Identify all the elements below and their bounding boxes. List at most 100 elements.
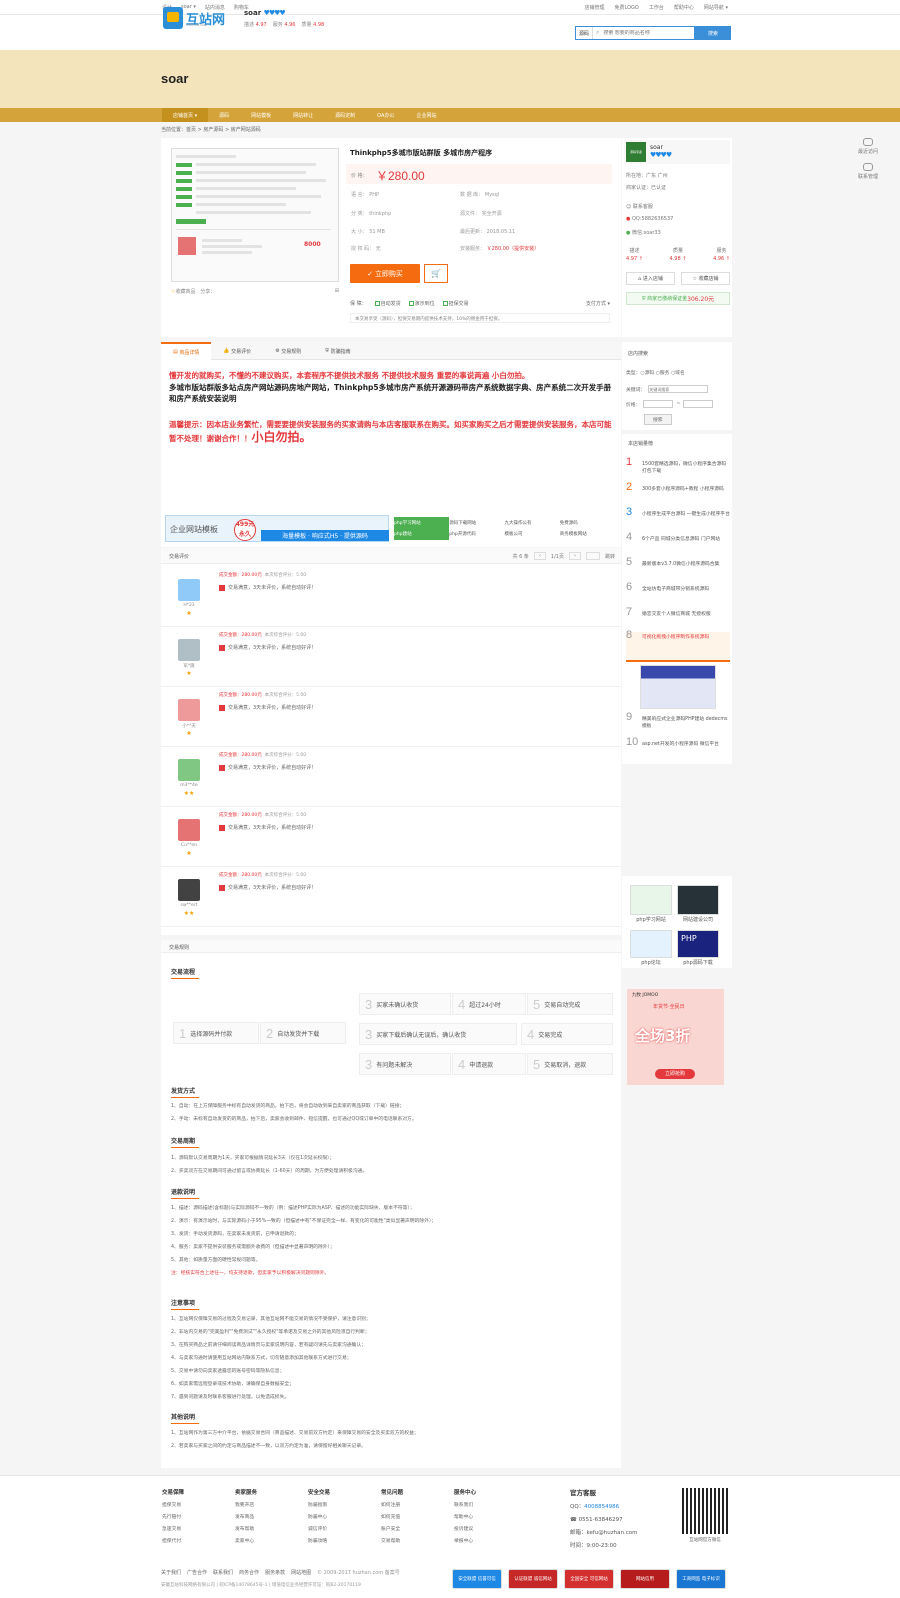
enlarge-icon[interactable]: ⊞ xyxy=(335,288,339,294)
footer-link[interactable]: 防骗指南 xyxy=(308,1503,327,1508)
rank-item[interactable]: 6 全站仿电子商城带分销系统源码 xyxy=(626,582,730,608)
contact-service-link[interactable]: ☺ 联系客服 xyxy=(626,203,653,210)
ad-caption[interactable]: php论坛 xyxy=(630,959,672,966)
product-thumbnail[interactable]: 8000 xyxy=(171,148,339,282)
footer-link[interactable]: 商务合作 xyxy=(239,1569,259,1576)
search-type-radios[interactable]: 类型：○源码 ○服务 ○域名 xyxy=(626,369,685,376)
footer-link[interactable]: 账户安全 xyxy=(381,1527,400,1532)
rank-item-highlighted[interactable]: 8 可视化拖拽小程序制作系统源码 xyxy=(626,630,730,662)
nav-item[interactable]: OA办公 xyxy=(366,108,405,122)
footer-link[interactable]: 先行赔付 xyxy=(162,1515,181,1520)
tab-reviews[interactable]: 👍 交易评价 xyxy=(211,342,263,360)
cert-badge[interactable]: 安全联盟 信誉可信 xyxy=(452,1569,502,1589)
ad-thumbnail[interactable]: PHP xyxy=(677,930,719,958)
footer-link[interactable]: 防骗中心 xyxy=(308,1515,327,1520)
buy-now-button[interactable]: ✓ 立即购买 xyxy=(350,264,420,283)
workbench-link[interactable]: 工作台 xyxy=(649,4,664,11)
search-scope-select[interactable]: 源码 xyxy=(576,27,594,39)
nav-item[interactable]: 网站转让 xyxy=(282,108,324,122)
page-jump-input[interactable] xyxy=(585,552,600,560)
footer-link[interactable]: 诚信评价 xyxy=(308,1527,327,1532)
contact-admin-button[interactable]: 联系管理 xyxy=(853,163,883,180)
ad-link[interactable]: php学习网站 xyxy=(394,517,450,529)
footer-link[interactable]: 帮助中心 xyxy=(454,1515,473,1520)
ad-link[interactable]: 源码下载网站 xyxy=(449,517,504,529)
footer-link[interactable]: 担保交易 xyxy=(162,1503,181,1508)
contact-qq[interactable]: 4008854986 xyxy=(584,1504,619,1510)
nav-item[interactable]: 网站模板 xyxy=(240,108,282,122)
rank-item[interactable]: 4 6个产品 同城分类信息源码 门户网站 xyxy=(626,532,730,558)
footer-link[interactable]: 广告合作 xyxy=(187,1569,207,1576)
rank-item[interactable]: 3 小程序生成平台源码 一键生成小程序平台 xyxy=(626,507,730,533)
ad-link[interactable]: 九大操作公有 xyxy=(505,517,560,529)
footer-link[interactable]: 交易帮助 xyxy=(381,1539,400,1544)
enter-shop-button[interactable]: ⌂ 进入店铺 xyxy=(626,272,675,285)
footer-link[interactable]: 网站地图 xyxy=(291,1569,311,1576)
site-nav-link[interactable]: 网站导航 ▾ xyxy=(704,4,728,11)
footer-link[interactable]: 担保代付 xyxy=(162,1539,181,1544)
footer-link[interactable]: 投诉建议 xyxy=(454,1527,473,1532)
footer-link[interactable]: 发布帮助 xyxy=(235,1527,254,1532)
rank-thumbnail[interactable] xyxy=(640,665,716,709)
cert-badge[interactable]: 全国安全 可信网站 xyxy=(564,1569,614,1589)
footer-link[interactable]: 联系我们 xyxy=(454,1503,473,1508)
shop-admin-link[interactable]: 店铺管理 xyxy=(584,4,604,11)
tab-details[interactable]: ▤ 商品详情 xyxy=(161,342,212,360)
prev-page-button[interactable]: ‹ xyxy=(533,552,546,560)
seller-avatar[interactable]: 源码专卖 xyxy=(626,142,646,162)
ad-caption[interactable]: 网站建设公司 xyxy=(677,916,719,923)
footer-link[interactable]: 服务条款 xyxy=(265,1569,285,1576)
shop-search-button[interactable]: 搜索 xyxy=(644,414,672,425)
footer-link[interactable]: 关于我们 xyxy=(161,1569,181,1576)
footer-link[interactable]: 如何充值 xyxy=(381,1515,400,1520)
rank-item[interactable]: 2 300多套小程序源码+教程 小程序源码 xyxy=(626,482,730,508)
price-min-input[interactable] xyxy=(643,400,674,408)
jomoo-button[interactable]: 立即抢购 xyxy=(655,1069,695,1079)
ad-link[interactable]: php开源代码 xyxy=(449,529,504,541)
ad-link[interactable]: 商务模板网站 xyxy=(560,529,615,541)
recent-visits-button[interactable]: 最近访问 xyxy=(853,138,883,155)
footer-link[interactable]: 急速交易 xyxy=(162,1527,181,1532)
shop-keyword-input[interactable] xyxy=(648,385,709,393)
ad-thumbnail[interactable] xyxy=(630,930,672,958)
ad-link[interactable]: 模板公司 xyxy=(505,529,560,541)
cert-badge[interactable]: 工商网监 电子标识 xyxy=(676,1569,726,1589)
footer-link[interactable]: 如何注册 xyxy=(381,1503,400,1508)
tab-anti-fraud[interactable]: ⛨ 防骗指南 xyxy=(313,342,362,360)
nav-item[interactable]: 源码 xyxy=(208,108,240,122)
jomoo-ad[interactable]: 九牧 JOMOO 年货节·全民日 全场3折 立即抢购 xyxy=(627,989,724,1085)
nav-item[interactable]: 企业网站 xyxy=(405,108,447,122)
favorite-shop-button[interactable]: ☆ 收藏店铺 xyxy=(681,272,730,285)
ad-caption[interactable]: php源码下载 xyxy=(677,959,719,966)
tab-rules[interactable]: ⚙ 交易规则 xyxy=(263,342,313,360)
footer-link[interactable]: 防骗攻略 xyxy=(308,1539,327,1544)
rank-item[interactable]: 9 精美响应式企业源码PHP建站 dedecms模板 xyxy=(626,712,730,738)
search-button[interactable]: 搜索 xyxy=(695,26,731,40)
page-jump-button[interactable]: 跳转 xyxy=(605,553,615,560)
footer-link[interactable]: 举报中心 xyxy=(454,1539,473,1544)
rank-item[interactable]: 5 最新版本v3.7.0微信小程序源码合集 xyxy=(626,557,730,583)
seller-wechat[interactable]: ● 微信:soar33 xyxy=(626,229,661,236)
cert-badge[interactable]: 网站信用 xyxy=(620,1569,670,1589)
ad-link[interactable]: 免费源码 xyxy=(560,517,615,529)
ad-thumbnail[interactable] xyxy=(630,885,672,915)
rank-item[interactable]: 1 1500套精选源码，微信小程序集合源码打包下载 xyxy=(626,457,730,483)
search-input[interactable] xyxy=(599,30,694,36)
payment-method-dropdown[interactable]: 支付方式 ▾ xyxy=(586,300,610,307)
cert-badge[interactable]: 认证联盟 诚信网站 xyxy=(508,1569,558,1589)
seller-qq[interactable]: ● QQ:5882636537 xyxy=(626,216,673,222)
template-ad-banner[interactable]: 企业网站模板 499元 永久 海量模板 · 响应式H5 · 提供源码 xyxy=(165,515,389,542)
free-logo-link[interactable]: 免费LOGO xyxy=(615,4,639,11)
ad-link[interactable]: php建站 xyxy=(394,528,450,540)
footer-link[interactable]: 我要开店 xyxy=(235,1503,254,1508)
share-button[interactable]: 分享： xyxy=(200,289,215,295)
price-max-input[interactable] xyxy=(683,400,714,408)
site-logo[interactable]: 互站网 HUZHAN.COM xyxy=(163,6,233,30)
seller-name[interactable]: soar ♥♥♥♥ xyxy=(650,144,672,159)
rank-item[interactable]: 7 婚恋交友个人微信商城 无授权版 xyxy=(626,607,730,633)
nav-item[interactable]: 源码定制 xyxy=(324,108,366,122)
help-link[interactable]: 帮助中心 xyxy=(674,4,694,11)
rank-item[interactable]: 10 asp.net开发的小程序源码 微信平台 xyxy=(626,737,730,763)
next-page-button[interactable]: › xyxy=(568,552,581,560)
footer-link[interactable]: 发布商品 xyxy=(235,1515,254,1520)
